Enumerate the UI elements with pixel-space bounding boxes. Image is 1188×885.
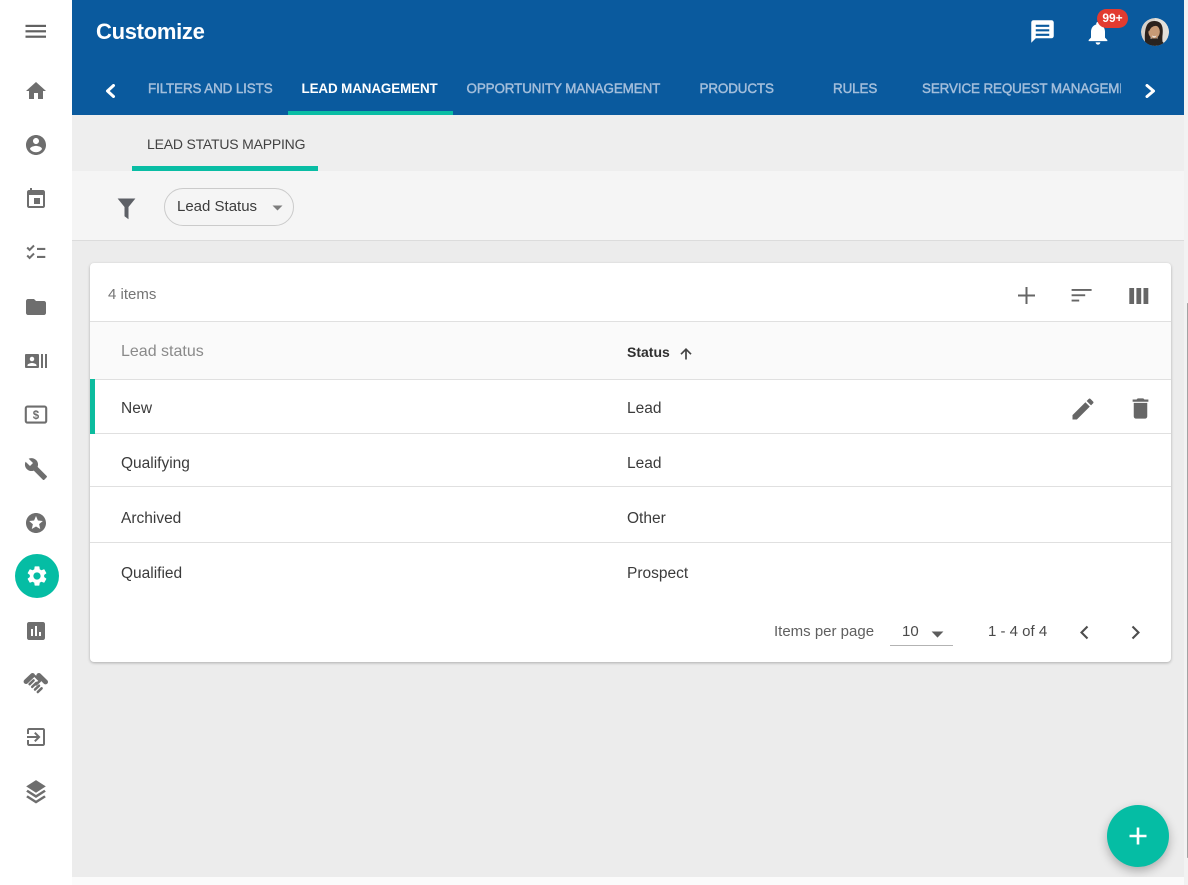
svg-text:$: $ (33, 410, 40, 422)
